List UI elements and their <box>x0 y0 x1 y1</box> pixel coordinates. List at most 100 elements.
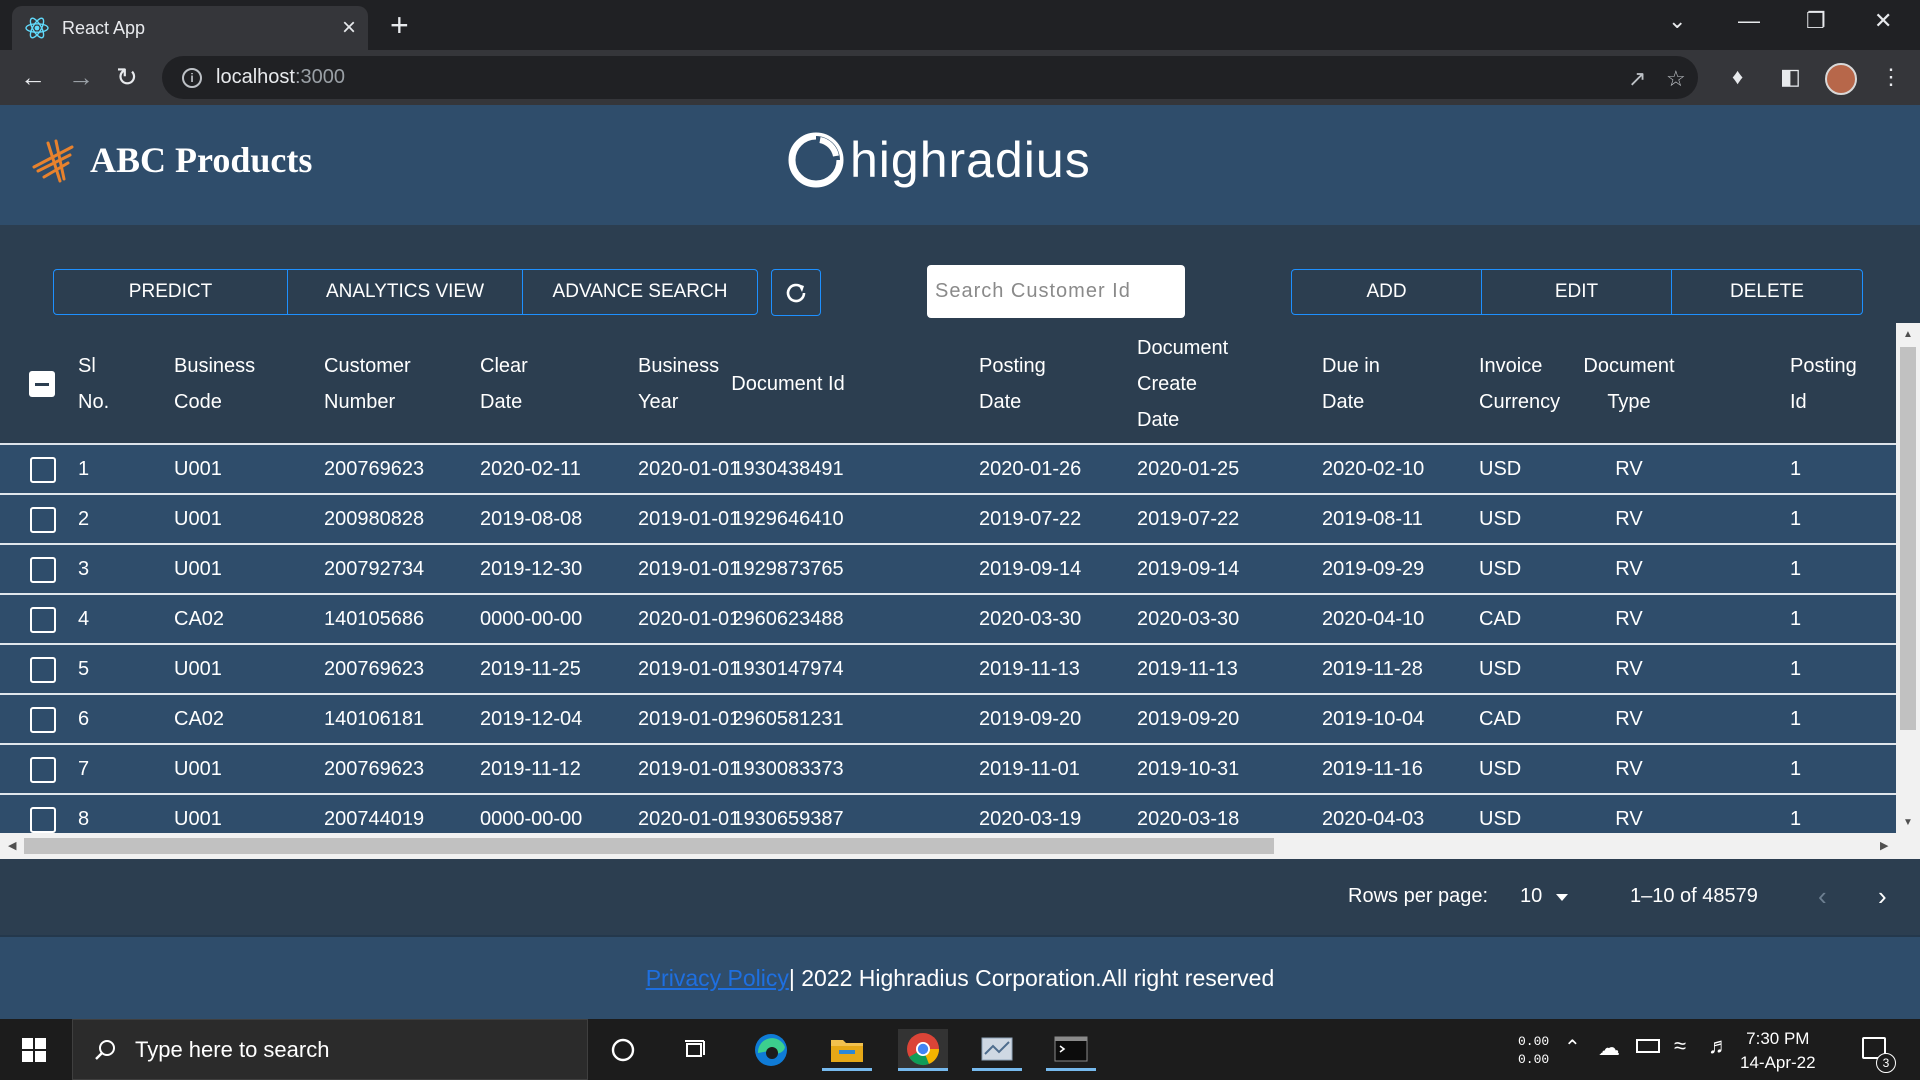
select-all-checkbox[interactable] <box>29 371 55 397</box>
column-header-posting-id[interactable]: Posting Id <box>1790 323 1857 445</box>
close-window-icon[interactable]: ✕ <box>1874 8 1892 34</box>
show-hidden-icons-chevron-icon[interactable]: ⌃ <box>1564 1035 1581 1060</box>
scroll-right-icon[interactable]: ▶ <box>1880 839 1888 852</box>
browser-menu-icon[interactable]: ⋮ <box>1880 64 1902 90</box>
cell-document-create-date: 2020-01-25 <box>1137 458 1240 480</box>
table-row[interactable]: 5 U001 200769623 2019-11-25 2019-01-01 193014… <box>0 645 1896 695</box>
cell-due-in-date: 2020-04-10 <box>1322 608 1425 630</box>
vertical-scroll-thumb[interactable] <box>1900 347 1916 730</box>
column-header-customer-number[interactable]: Customer Number <box>324 323 411 445</box>
tab-search-icon[interactable]: ⌄ <box>1668 8 1686 34</box>
vertical-scrollbar[interactable]: ▲ ▼ <box>1896 323 1920 833</box>
edge-browser-icon[interactable] <box>746 1029 796 1071</box>
column-header-clear-date[interactable]: Clear Date <box>480 323 528 445</box>
cell-due-in-date: 2019-10-04 <box>1322 708 1425 730</box>
back-icon[interactable]: ← <box>20 62 46 92</box>
table-row[interactable]: 4 CA02 140105686 0000-00-00 2020-01-01 296062… <box>0 595 1896 645</box>
browser-tab[interactable]: React App × <box>12 6 368 50</box>
reload-icon[interactable]: ↻ <box>116 62 138 92</box>
profile-avatar[interactable] <box>1825 63 1857 95</box>
row-checkbox[interactable] <box>30 507 56 533</box>
row-checkbox[interactable] <box>30 457 56 483</box>
predict-button[interactable]: PREDICT <box>54 270 288 314</box>
refresh-button[interactable] <box>771 269 821 316</box>
onedrive-cloud-icon[interactable]: ☁ <box>1598 1035 1620 1061</box>
cell-sl-no: 5 <box>78 658 90 680</box>
row-checkbox[interactable] <box>30 807 56 833</box>
caret-down-icon[interactable] <box>1556 894 1568 901</box>
horizontal-scrollbar[interactable]: ◀ ▶ <box>0 833 1920 859</box>
table-row[interactable]: 1 U001 200769623 2020-02-11 2020-01-01 193043… <box>0 445 1896 495</box>
table-row[interactable]: 6 CA02 140106181 2019-12-04 2019-01-01 296058… <box>0 695 1896 745</box>
cell-due-in-date: 2019-09-29 <box>1322 558 1425 580</box>
scroll-left-icon[interactable]: ◀ <box>8 839 16 852</box>
add-button[interactable]: ADD <box>1292 270 1482 314</box>
site-info-icon[interactable]: i <box>182 67 202 88</box>
table-row[interactable]: 7 U001 200769623 2019-11-12 2019-01-01 193008… <box>0 745 1896 795</box>
file-explorer-icon[interactable] <box>822 1029 872 1071</box>
column-header-document-type[interactable]: Document Type <box>1583 323 1674 445</box>
column-header-posting-date[interactable]: Posting Date <box>979 323 1046 445</box>
app-header: ABC Products highradius <box>0 105 1920 225</box>
taskbar-search-box[interactable]: Type here to search <box>72 1019 588 1080</box>
share-icon[interactable]: ↗ <box>1628 66 1646 92</box>
battery-icon[interactable] <box>1636 1039 1660 1053</box>
cell-posting-id: 1 <box>1790 608 1802 630</box>
cell-document-id: 1929646410 <box>732 508 844 530</box>
right-button-group: ADD EDIT DELETE <box>1291 269 1863 315</box>
scroll-down-icon[interactable]: ▼ <box>1903 817 1913 828</box>
terminal-icon[interactable] <box>1046 1029 1096 1071</box>
restore-icon[interactable]: ❐ <box>1806 8 1826 34</box>
cell-document-create-date: 2019-09-14 <box>1137 558 1240 580</box>
task-view-icon[interactable] <box>670 1029 720 1071</box>
privacy-policy-link[interactable]: Privacy Policy <box>646 965 789 992</box>
app-window-icon[interactable] <box>972 1029 1022 1071</box>
row-checkbox[interactable] <box>30 707 56 733</box>
extensions-puzzle-icon[interactable]: ♦ <box>1732 64 1743 90</box>
cell-clear-date: 0000-00-00 <box>480 608 583 630</box>
previous-page-icon[interactable]: ‹ <box>1818 881 1827 912</box>
volume-icon[interactable]: ♬ <box>1708 1033 1730 1059</box>
column-header-document-id[interactable]: Document Id <box>703 323 873 445</box>
chrome-browser-icon[interactable] <box>898 1029 948 1071</box>
tab-title: React App <box>62 17 146 38</box>
row-checkbox[interactable] <box>30 757 56 783</box>
column-header-invoice-currency[interactable]: Invoice Currency <box>1479 323 1560 445</box>
new-tab-button[interactable]: + <box>390 8 409 42</box>
system-clock[interactable]: 7:30 PM 14-Apr-22 <box>1740 1027 1816 1075</box>
forward-icon[interactable]: → <box>68 62 94 92</box>
customer-id-search-input[interactable] <box>927 265 1185 318</box>
column-header-sl-no[interactable]: Sl No. <box>78 323 109 445</box>
analytics-view-button[interactable]: ANALYTICS VIEW <box>288 270 523 314</box>
row-checkbox[interactable] <box>30 607 56 633</box>
cell-document-create-date: 2019-09-20 <box>1137 708 1240 730</box>
wifi-icon[interactable]: ≈ <box>1674 1033 1686 1059</box>
advance-search-button[interactable]: ADVANCE SEARCH <box>523 270 757 314</box>
table-row[interactable]: 2 U001 200980828 2019-08-08 2019-01-01 192964… <box>0 495 1896 545</box>
column-header-line: Date <box>480 391 523 413</box>
bookmark-star-icon[interactable]: ☆ <box>1666 66 1686 92</box>
edit-button[interactable]: EDIT <box>1482 270 1672 314</box>
next-page-icon[interactable]: › <box>1878 881 1887 912</box>
tab-close-icon[interactable]: × <box>342 16 356 40</box>
horizontal-scroll-thumb[interactable] <box>24 838 1274 854</box>
column-header-line: Date <box>1322 391 1365 413</box>
cell-posting-date: 2019-09-20 <box>979 708 1082 730</box>
rows-per-page-select[interactable]: 10 <box>1520 885 1542 908</box>
highradius-logo: highradius <box>786 130 1091 190</box>
side-panel-icon[interactable]: ◧ <box>1780 64 1801 90</box>
minimize-icon[interactable]: — <box>1738 8 1760 34</box>
delete-button[interactable]: DELETE <box>1672 270 1862 314</box>
address-bar[interactable]: i localhost :3000 ↗ ☆ <box>162 56 1698 99</box>
row-checkbox[interactable] <box>30 657 56 683</box>
highradius-mark-icon <box>788 132 844 188</box>
table-row[interactable]: 3 U001 200792734 2019-12-30 2019-01-01 192987… <box>0 545 1896 595</box>
column-header-due-in-date[interactable]: Due in Date <box>1322 323 1380 445</box>
cell-customer-number: 200769623 <box>324 458 425 480</box>
scroll-up-icon[interactable]: ▲ <box>1903 329 1913 340</box>
windows-start-icon[interactable] <box>22 1038 46 1062</box>
cortana-icon[interactable] <box>598 1029 648 1071</box>
column-header-business-code[interactable]: Business Code <box>174 323 255 445</box>
row-checkbox[interactable] <box>30 557 56 583</box>
column-header-document-create-date[interactable]: Document Create Date <box>1137 323 1228 445</box>
